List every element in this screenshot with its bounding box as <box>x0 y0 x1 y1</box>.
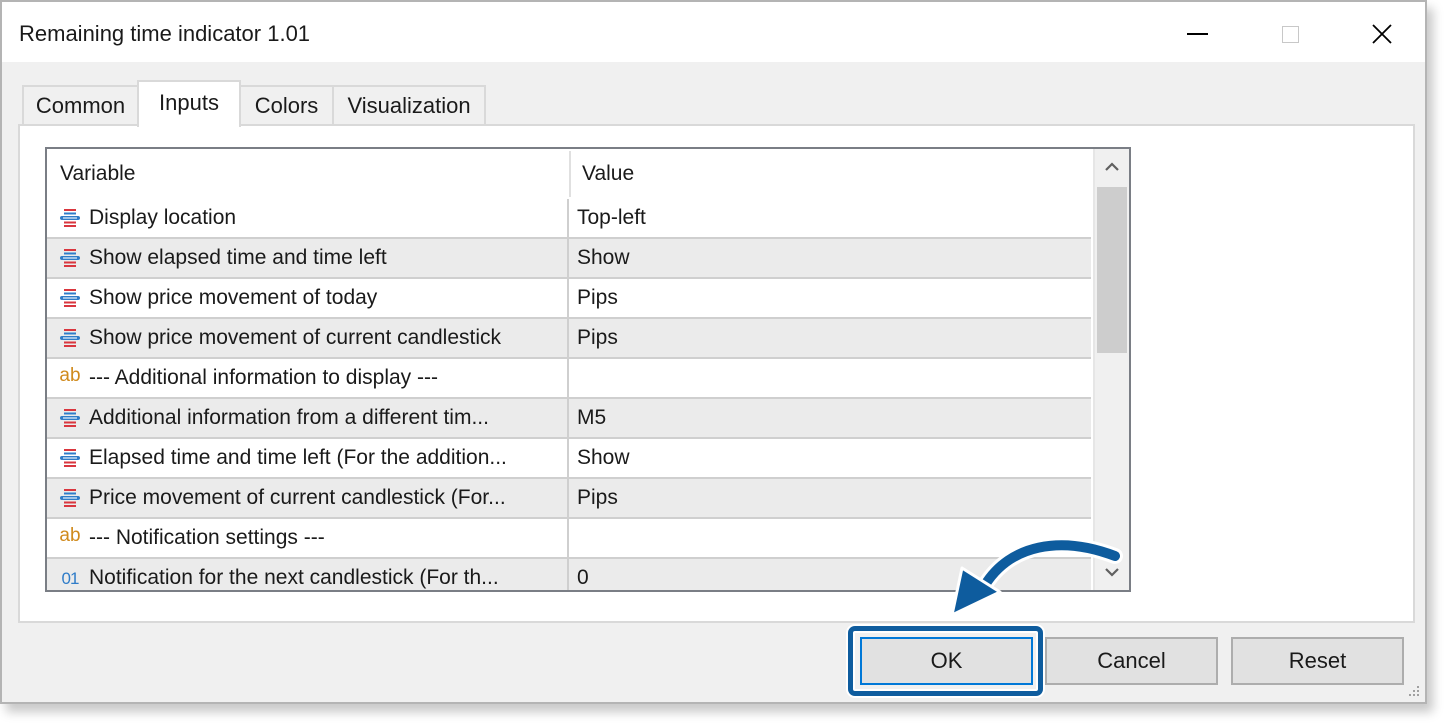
inputs-grid: Variable Value Display location Top-left S… <box>45 147 1131 592</box>
variable-cell: 01 Notification for the next candlestick … <box>47 559 569 590</box>
variable-name: Notification for the next candlestick (F… <box>89 566 499 589</box>
scroll-up-button[interactable] <box>1095 149 1129 185</box>
grid-rows: Display location Top-left Show elapsed tim… <box>47 199 1091 590</box>
value-cell[interactable]: Pips <box>577 319 618 357</box>
dialog-window: Remaining time indicator 1.01 Common Inp… <box>0 0 1427 704</box>
minimize-button[interactable] <box>1167 12 1227 56</box>
variable-cell: Price movement of current candlestick (F… <box>47 479 569 517</box>
scroll-thumb[interactable] <box>1097 187 1127 353</box>
variable-cell: ab --- Additional information to display … <box>47 359 569 397</box>
grid-row[interactable]: Price movement of current candlestick (F… <box>47 479 1091 519</box>
value-cell[interactable]: Pips <box>577 479 618 517</box>
variable-name: --- Notification settings --- <box>89 526 325 549</box>
enum-icon <box>53 439 87 477</box>
enum-icon <box>53 199 87 237</box>
variable-cell: Additional information from a different … <box>47 399 569 437</box>
variable-name: Show price movement of current candlesti… <box>89 326 502 349</box>
vertical-scrollbar[interactable] <box>1093 149 1129 590</box>
resize-grip-icon[interactable] <box>1407 684 1421 698</box>
variable-name: --- Additional information to display --… <box>89 366 438 389</box>
reset-button[interactable]: Reset <box>1231 637 1404 685</box>
grid-row[interactable]: 01 Notification for the next candlestick … <box>47 559 1091 590</box>
value-cell[interactable]: Show <box>577 439 630 477</box>
value-cell[interactable]: 0 <box>577 559 589 590</box>
value-cell[interactable]: Top-left <box>577 199 646 237</box>
enum-icon <box>53 319 87 357</box>
close-icon <box>1372 24 1392 44</box>
enum-icon <box>53 479 87 517</box>
grid-row[interactable]: Show elapsed time and time left Show <box>47 239 1091 279</box>
grid-row[interactable]: Show price movement of today Pips <box>47 279 1091 319</box>
grid-header: Variable Value <box>47 149 1091 197</box>
string-icon: ab <box>59 525 81 546</box>
variable-cell: Show price movement of current candlesti… <box>47 319 569 357</box>
cancel-button[interactable]: Cancel <box>1045 637 1218 685</box>
tab-common[interactable]: Common <box>22 85 139 124</box>
integer-icon: 01 <box>61 569 80 588</box>
variable-cell: Display location <box>47 199 569 237</box>
variable-cell: ab --- Notification settings --- <box>47 519 569 557</box>
column-header-variable[interactable]: Variable <box>60 162 136 186</box>
variable-name: Price movement of current candlestick (F… <box>89 486 506 509</box>
column-header-value[interactable]: Value <box>582 162 634 186</box>
title-bar[interactable]: Remaining time indicator 1.01 <box>2 2 1425 62</box>
variable-name: Show elapsed time and time left <box>89 246 387 269</box>
grid-row[interactable]: Elapsed time and time left (For the addi… <box>47 439 1091 479</box>
variable-cell: Show price movement of today <box>47 279 569 317</box>
variable-name: Show price movement of today <box>89 286 378 309</box>
value-cell[interactable]: Show <box>577 239 630 277</box>
column-divider[interactable] <box>569 151 571 197</box>
scroll-down-button[interactable] <box>1095 554 1129 590</box>
maximize-icon <box>1281 25 1299 43</box>
maximize-button[interactable] <box>1260 12 1320 56</box>
string-icon: ab <box>59 365 81 386</box>
tab-inputs[interactable]: Inputs <box>137 80 241 127</box>
variable-cell: Show elapsed time and time left <box>47 239 569 277</box>
minimize-icon <box>1186 33 1208 35</box>
inputs-panel: Variable Value Display location Top-left S… <box>18 124 1415 623</box>
variable-name: Display location <box>89 206 237 229</box>
value-cell[interactable]: Pips <box>577 279 618 317</box>
grid-row[interactable]: ab --- Additional information to display … <box>47 359 1091 399</box>
chevron-up-icon <box>1105 162 1119 171</box>
close-button[interactable] <box>1352 12 1412 56</box>
grid-row[interactable]: Additional information from a different … <box>47 399 1091 439</box>
window-title: Remaining time indicator 1.01 <box>19 21 311 46</box>
tab-colors[interactable]: Colors <box>239 85 334 124</box>
grid-row[interactable]: ab --- Notification settings --- <box>47 519 1091 559</box>
tab-visualization[interactable]: Visualization <box>332 85 486 124</box>
enum-icon <box>53 239 87 277</box>
enum-icon <box>53 399 87 437</box>
variable-name: Elapsed time and time left (For the addi… <box>89 446 507 469</box>
ok-button[interactable]: OK <box>860 637 1033 685</box>
chevron-down-icon <box>1105 568 1119 577</box>
variable-cell: Elapsed time and time left (For the addi… <box>47 439 569 477</box>
grid-row[interactable]: Show price movement of current candlesti… <box>47 319 1091 359</box>
enum-icon <box>53 279 87 317</box>
variable-name: Additional information from a different … <box>89 406 489 429</box>
grid-row[interactable]: Display location Top-left <box>47 199 1091 239</box>
value-cell[interactable]: M5 <box>577 399 606 437</box>
